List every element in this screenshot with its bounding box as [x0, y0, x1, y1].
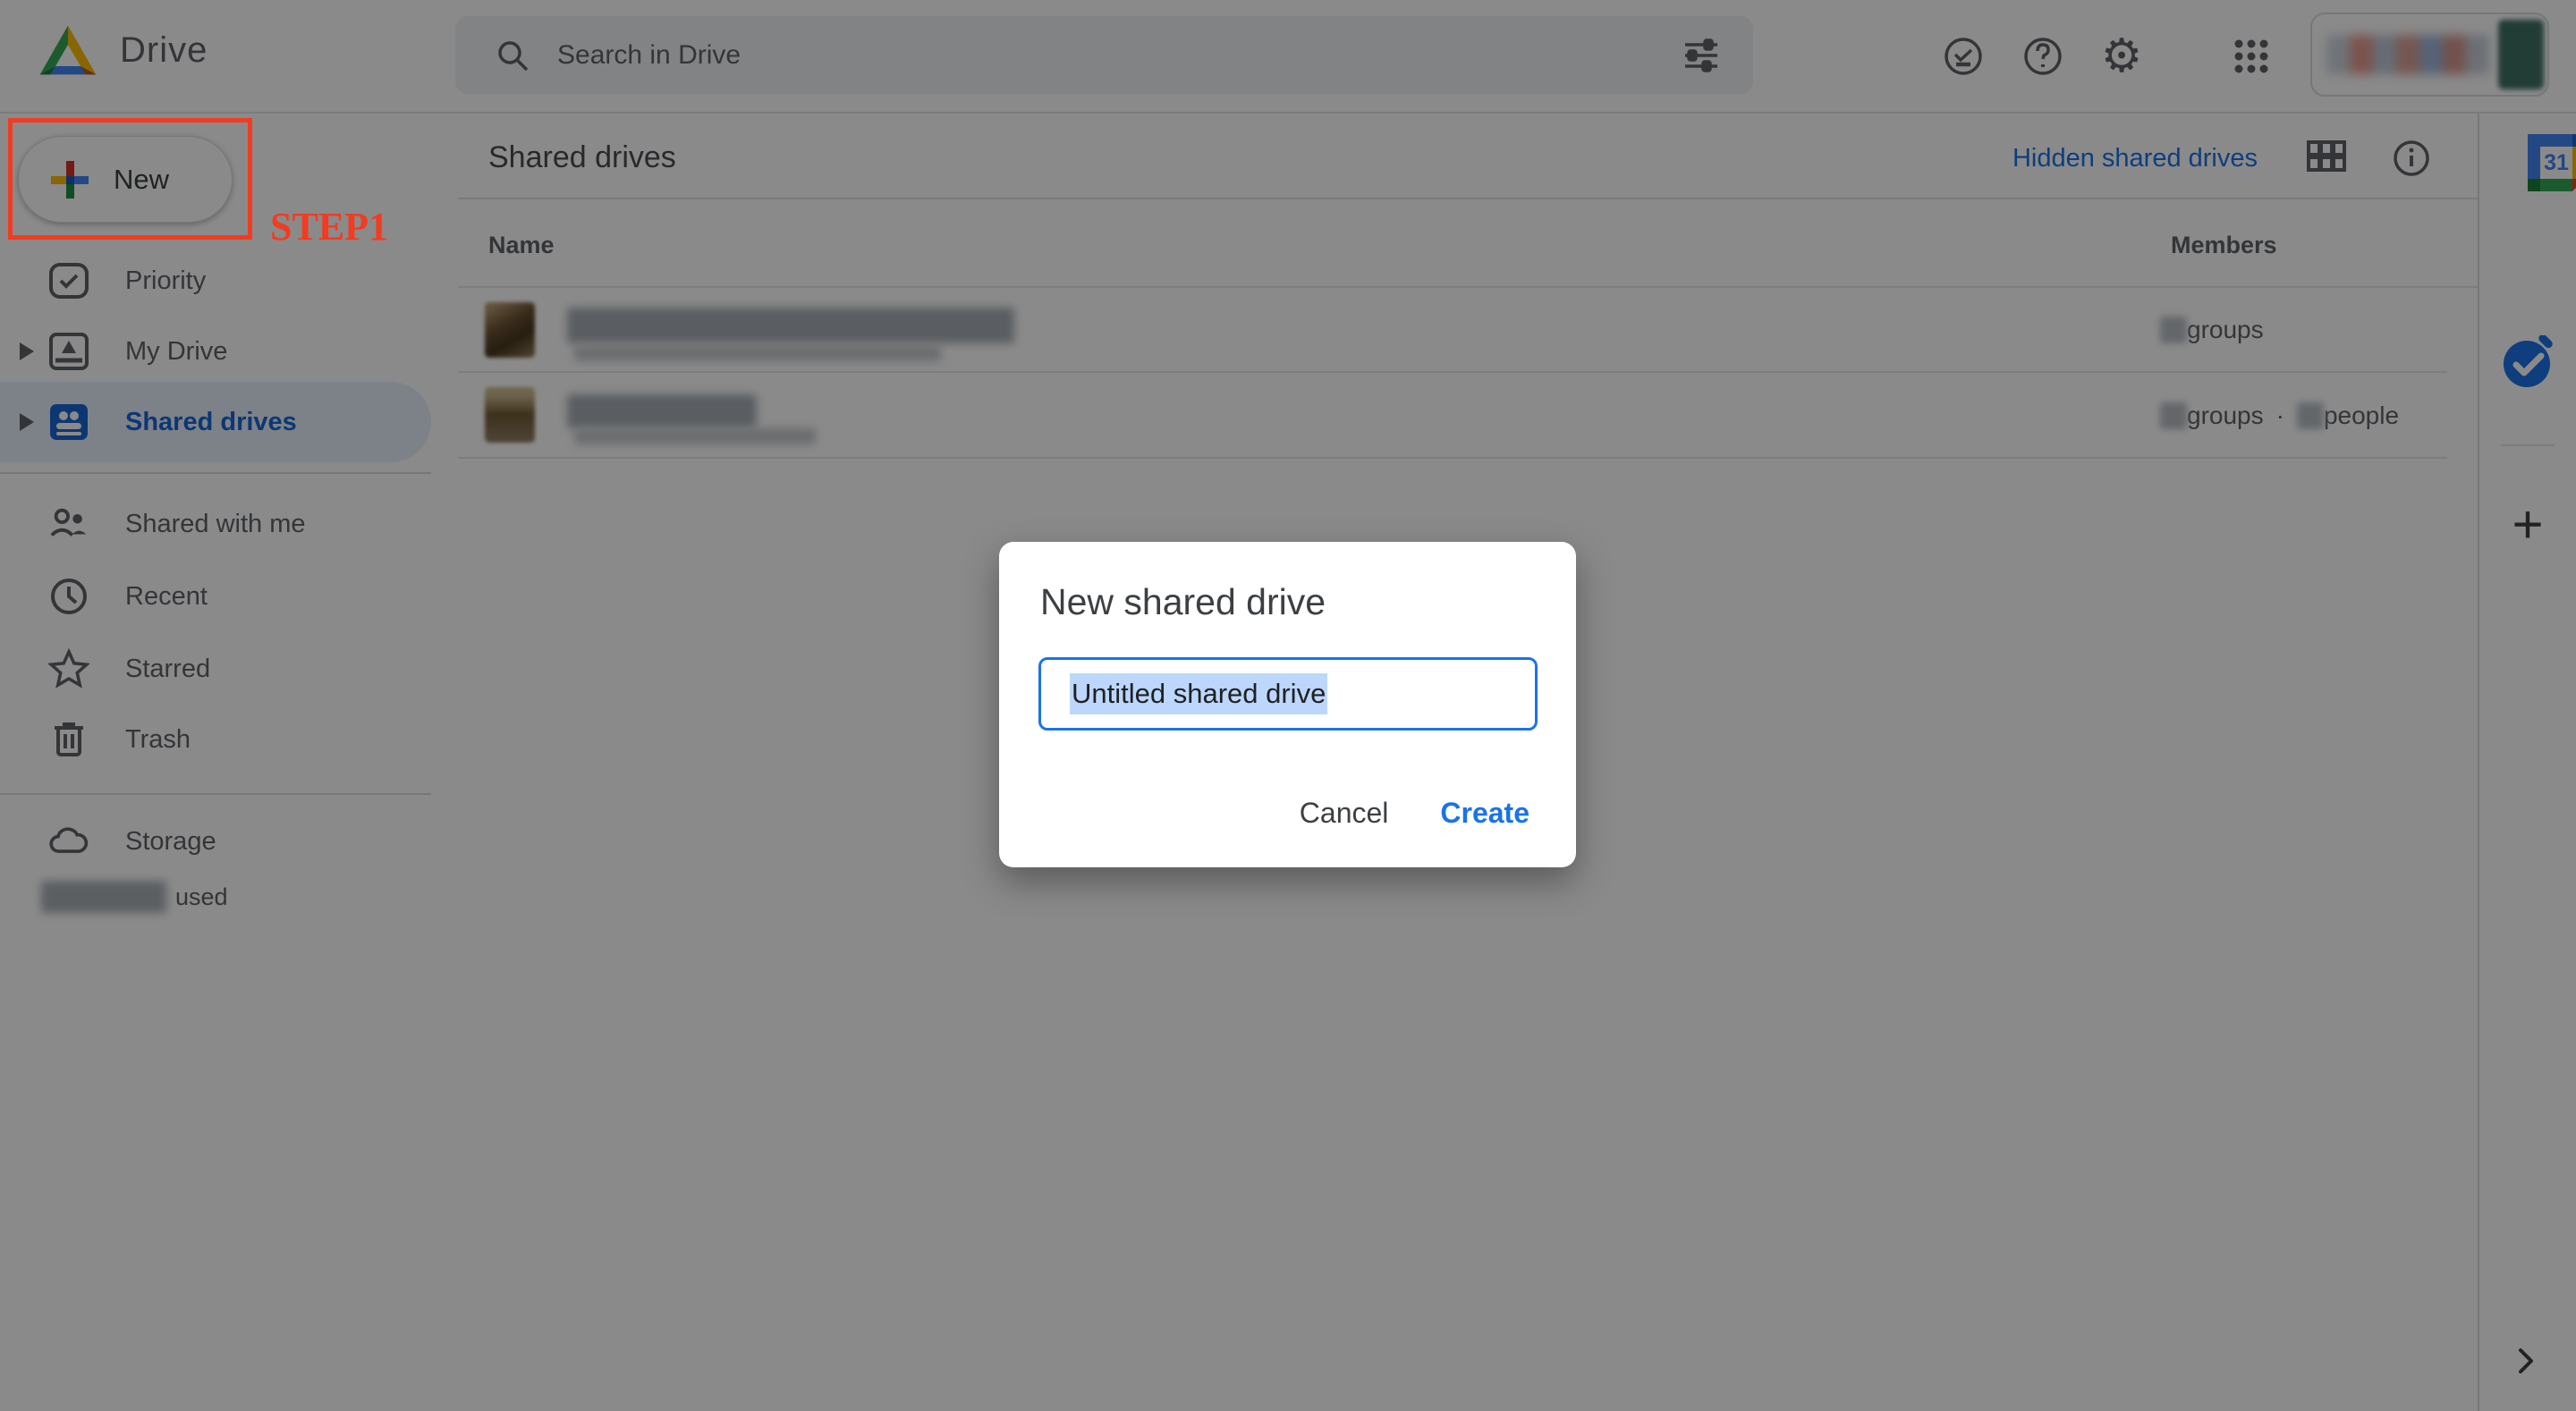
dialog-actions: Cancel Create [1300, 797, 1530, 830]
new-shared-drive-dialog: New shared drive Untitled shared drive C… [999, 542, 1576, 867]
annotation-highlight-box [8, 118, 252, 240]
google-drive-screen: Drive Search in Drive [0, 0, 2576, 1411]
dialog-title: New shared drive [1040, 581, 1326, 623]
drive-name-input-value: Untitled shared drive [1070, 673, 1327, 714]
cancel-button[interactable]: Cancel [1300, 797, 1389, 830]
annotation-step-label: STEP1 [270, 204, 388, 249]
drive-name-input[interactable]: Untitled shared drive [1038, 657, 1538, 731]
create-button[interactable]: Create [1440, 797, 1530, 830]
